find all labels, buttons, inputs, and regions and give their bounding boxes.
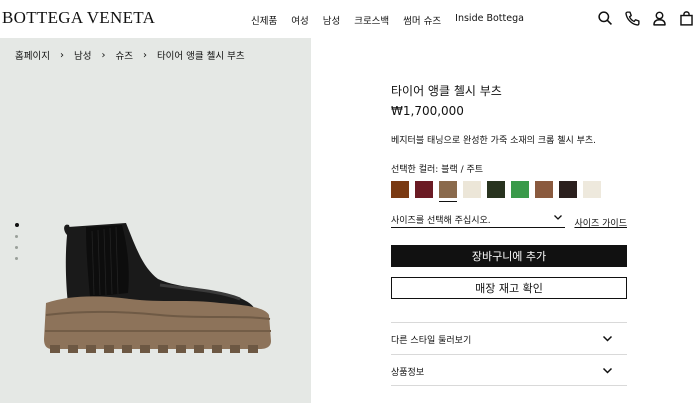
breadcrumb-shoes[interactable]: 슈즈 xyxy=(115,48,132,62)
color-swatch[interactable] xyxy=(559,181,577,198)
color-swatch[interactable] xyxy=(439,181,457,202)
product-image-boot[interactable] xyxy=(40,215,275,360)
size-guide-link[interactable]: 사이즈 가이드 xyxy=(574,216,627,229)
main-nav: 신제품 여성 남성 크로스백 썸머 슈즈 Inside Bottega xyxy=(251,13,538,27)
gallery-dot[interactable] xyxy=(15,235,18,238)
nav-item-inside-bottega[interactable]: Inside Bottega xyxy=(455,13,524,27)
gallery-dot[interactable] xyxy=(15,257,18,260)
chevron-down-icon xyxy=(602,367,613,374)
chevron-down-icon xyxy=(554,215,562,220)
chevron-right-icon: › xyxy=(59,49,64,61)
product-info: 타이어 앵클 첼시 부츠 ₩1,700,000 베지터블 태닝으로 완성한 가죽… xyxy=(391,82,627,202)
accordion-label: 다른 스타일 둘러보기 xyxy=(391,336,472,346)
nav-item-summer-shoes[interactable]: 썸머 슈즈 xyxy=(403,13,441,27)
search-icon[interactable] xyxy=(597,10,614,27)
color-swatch[interactable] xyxy=(415,181,433,198)
gallery-pagination xyxy=(15,223,19,260)
product-price: ₩1,700,000 xyxy=(391,104,464,118)
gallery-dot[interactable] xyxy=(15,246,18,249)
product-title: 타이어 앵클 첼시 부츠 xyxy=(391,84,502,98)
nav-item-men[interactable]: 남성 xyxy=(323,13,340,27)
check-store-stock-button[interactable]: 매장 재고 확인 xyxy=(391,277,627,299)
header-icons xyxy=(597,10,695,27)
nav-item-new[interactable]: 신제품 xyxy=(251,13,277,27)
breadcrumb: 홈페이지 › 남성 › 슈즈 › 타이어 앵클 첼시 부츠 xyxy=(15,48,245,63)
breadcrumb-home[interactable]: 홈페이지 xyxy=(15,48,50,62)
site-header: BOTTEGA VENETA 신제품 여성 남성 크로스백 썸머 슈즈 Insi… xyxy=(0,0,700,38)
size-select[interactable]: 사이즈를 선택해 주십시오. xyxy=(391,212,565,228)
chevron-down-icon xyxy=(602,335,613,342)
color-swatch[interactable] xyxy=(511,181,529,198)
gallery-dot[interactable] xyxy=(15,223,19,227)
phone-icon[interactable] xyxy=(624,10,641,27)
color-swatch[interactable] xyxy=(463,181,481,198)
chevron-right-icon: › xyxy=(142,49,147,61)
breadcrumb-current: 타이어 앵클 첼시 부츠 xyxy=(156,51,245,62)
color-swatch[interactable] xyxy=(583,181,601,198)
color-swatch[interactable] xyxy=(535,181,553,198)
account-icon[interactable] xyxy=(651,10,668,27)
size-row: 사이즈를 선택해 주십시오. 사이즈 가이드 xyxy=(391,212,627,229)
add-to-cart-button[interactable]: 장바구니에 추가 xyxy=(391,245,627,267)
nav-item-women[interactable]: 여성 xyxy=(291,13,308,27)
breadcrumb-men[interactable]: 남성 xyxy=(74,48,91,62)
color-swatch[interactable] xyxy=(391,181,409,198)
color-swatch[interactable] xyxy=(487,181,505,198)
product-description: 베지터블 태닝으로 완성한 가죽 소재의 크롬 첼시 부츠. xyxy=(391,136,597,146)
brand-logo[interactable]: BOTTEGA VENETA xyxy=(2,8,155,28)
selected-color-label: 선택한 컬러: 블랙 / 주트 xyxy=(391,165,484,175)
accordion-other-styles[interactable]: 다른 스타일 둘러보기 xyxy=(391,322,627,354)
accordion-product-info[interactable]: 상품정보 xyxy=(391,354,627,386)
color-swatches xyxy=(391,181,627,202)
accordion-label: 상품정보 xyxy=(391,368,425,378)
nav-item-crossbody[interactable]: 크로스백 xyxy=(354,13,389,27)
chevron-right-icon: › xyxy=(101,49,106,61)
size-select-placeholder: 사이즈를 선택해 주십시오. xyxy=(391,216,491,226)
shopping-bag-icon[interactable] xyxy=(678,10,695,27)
